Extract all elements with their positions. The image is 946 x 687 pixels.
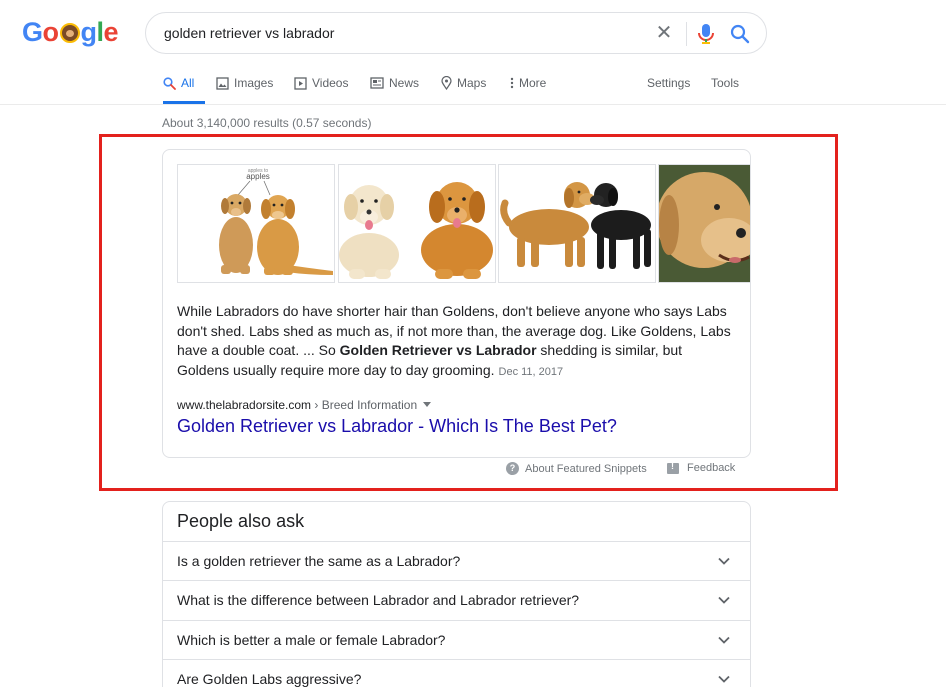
tab-label: Tools (711, 76, 740, 90)
chevron-down-icon (718, 596, 730, 604)
logo-letter: l (96, 17, 105, 47)
result-title-link[interactable]: Golden Retriever vs Labrador - Which Is … (177, 416, 617, 437)
dog-image: apples to apples (219, 168, 333, 275)
feedback-button[interactable]: Feedback (667, 461, 736, 474)
tab-label: News (389, 76, 420, 90)
tab-label: Images (234, 76, 274, 90)
tab-images[interactable]: Images (216, 76, 273, 90)
snippet-image[interactable] (498, 164, 656, 283)
snippet-image[interactable] (658, 164, 750, 283)
result-stats: About 3,140,000 results (0.57 seconds) (162, 116, 372, 130)
image-caption: apples (246, 172, 270, 181)
search-box[interactable]: golden retriever vs labrador ✕ (145, 12, 767, 54)
snippet-image-strip: apples to apples (177, 164, 750, 284)
tab-label: Settings (647, 76, 691, 90)
chevron-down-icon (718, 557, 730, 565)
play-icon (294, 76, 307, 90)
header-divider (0, 104, 946, 105)
paa-question: What is the difference between Labrador … (177, 592, 580, 608)
logo-letter: o (42, 17, 60, 47)
tab-label: Videos (312, 76, 349, 90)
cite-breadcrumb: › Breed Information (311, 398, 418, 412)
search-divider (686, 22, 687, 46)
image-icon (216, 76, 229, 90)
cite-domain: www.thelabradorsite.com (177, 398, 312, 412)
dog-image (500, 182, 651, 269)
paa-question: Is a golden retriever the same as a Labr… (177, 553, 461, 569)
people-also-ask-title: People also ask (177, 511, 305, 531)
logo-letter: g (80, 17, 98, 47)
tab-settings[interactable]: Settings (647, 76, 690, 90)
feedback-label: Feedback (687, 462, 736, 474)
paa-question-row[interactable]: What is the difference between Labrador … (163, 580, 750, 619)
map-pin-icon (441, 76, 452, 90)
paa-question: Are Golden Labs aggressive? (177, 671, 362, 687)
vertical-dots-icon (510, 77, 514, 89)
tab-label: All (181, 76, 195, 90)
dog-doodle-icon (59, 23, 80, 43)
logo-letter: G (22, 17, 43, 47)
search-icon[interactable] (730, 23, 750, 45)
chevron-down-icon (718, 675, 730, 683)
snippet-image[interactable] (338, 164, 496, 283)
search-tabs: All Images Videos News Maps More Setting… (163, 66, 763, 104)
caret-down-icon[interactable] (423, 402, 432, 407)
snippet-date: Dec 11, 2017 (498, 365, 564, 378)
tab-label: Maps (457, 76, 487, 90)
result-cite: www.thelabradorsite.com › Breed Informat… (177, 398, 432, 412)
snippet-text: While Labradors do have shorter hair tha… (177, 302, 737, 382)
logo-letter: e (103, 17, 119, 47)
tab-maps[interactable]: Maps (441, 76, 486, 90)
tab-label: More (519, 76, 547, 90)
search-input[interactable]: golden retriever vs labrador (164, 25, 334, 41)
paa-question-row[interactable]: Are Golden Labs aggressive? (163, 659, 750, 687)
microphone-icon[interactable] (696, 22, 716, 46)
paa-question-row[interactable]: Which is better a male or female Labrado… (163, 620, 750, 659)
tab-videos[interactable]: Videos (294, 76, 348, 90)
dog-image (339, 182, 493, 279)
tab-all[interactable]: All (163, 76, 194, 90)
chevron-down-icon (718, 636, 730, 644)
newspaper-icon (370, 77, 384, 89)
help-icon: ? (506, 462, 519, 475)
about-featured-snippets[interactable]: ? About Featured Snippets (506, 462, 647, 475)
tab-news[interactable]: News (370, 76, 419, 90)
about-label: About Featured Snippets (525, 462, 647, 475)
tab-more[interactable]: More (510, 76, 546, 90)
google-logo[interactable]: Go gle (22, 17, 119, 48)
dog-image (659, 165, 750, 282)
tab-tools[interactable]: Tools (711, 76, 739, 90)
snippet-text-bold: Golden Retriever vs Labrador (339, 342, 537, 358)
snippet-image[interactable]: apples to apples (177, 164, 335, 283)
paa-question: Which is better a male or female Labrado… (177, 632, 446, 648)
feedback-icon (667, 461, 679, 474)
close-icon[interactable]: ✕ (652, 21, 676, 45)
paa-question-row[interactable]: Is a golden retriever the same as a Labr… (163, 541, 750, 580)
search-icon (163, 76, 176, 90)
